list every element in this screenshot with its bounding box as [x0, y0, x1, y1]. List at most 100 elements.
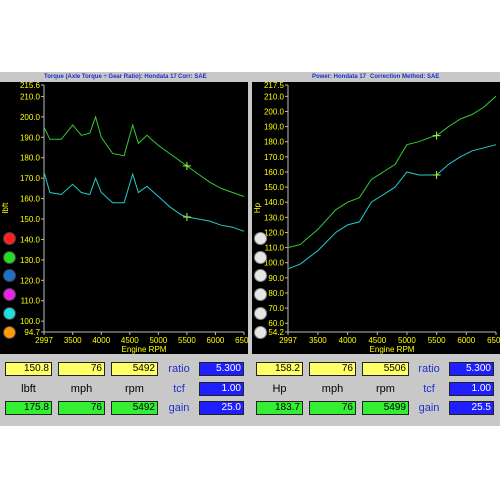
ratio-label: ratio	[168, 363, 190, 375]
y-tick-label: 90.0	[268, 274, 284, 283]
x-axis-label: Engine RPM	[370, 345, 415, 354]
blue-color-button[interactable]	[3, 269, 16, 282]
x-tick-label: 4000	[92, 336, 110, 345]
y-tick-label: 190.0	[20, 133, 41, 142]
rpm-value-1: 5492	[111, 362, 158, 376]
y-tick-label: 210.0	[264, 92, 285, 101]
y-tick-label: 120.0	[20, 276, 41, 285]
trace-6-button[interactable]	[254, 326, 267, 339]
y-tick-label: 80.0	[268, 289, 284, 298]
y-tick-label: 170.0	[20, 174, 41, 183]
y-tick-label: 120.0	[264, 228, 285, 237]
x-tick-label: 6500	[487, 336, 500, 345]
tcf-label: tcf	[423, 383, 435, 395]
cyan-color-button[interactable]	[3, 307, 16, 320]
ratio-value[interactable]: 5.300	[449, 362, 494, 376]
rpm-label: rpm	[376, 383, 395, 395]
trace-2-button[interactable]	[254, 251, 267, 264]
mph-label: mph	[321, 383, 344, 395]
trace-4-button[interactable]	[254, 288, 267, 301]
y-tick-label: 215.6	[20, 82, 41, 90]
mph-value-1: 76	[309, 362, 356, 376]
torque-chart: 215.6 210.0 200.0 190.0 180.0 170.0 160.0 150.0…	[0, 82, 248, 354]
y-tick-label: 130.0	[264, 213, 285, 222]
x-tick-label: 5500	[428, 336, 446, 345]
hp-label: Hp	[272, 383, 287, 395]
tcf-value[interactable]: 1.00	[199, 382, 244, 396]
y-tick-label: 190.0	[264, 123, 285, 132]
rpm-value-1: 5506	[362, 362, 409, 376]
ratio-value[interactable]: 5.300	[199, 362, 244, 376]
x-tick-label: 2997	[279, 336, 297, 345]
gain-label: gain	[418, 402, 440, 414]
y-tick-label: 100.0	[264, 259, 285, 268]
torque-value-1: 150.8	[5, 362, 52, 376]
x-tick-label: 2997	[35, 336, 53, 345]
y-tick-label: 150.0	[20, 215, 41, 224]
x-tick-label: 6000	[207, 336, 225, 345]
y-tick-label: 170.0	[264, 153, 285, 162]
y-tick-label: 200.0	[20, 113, 41, 122]
y-tick-label: 110.0	[21, 297, 41, 306]
x-tick-label: 6000	[457, 336, 475, 345]
y-tick-label: 160.0	[264, 168, 285, 177]
y-tick-label: 70.0	[268, 304, 284, 313]
y-tick-label: 217.5	[264, 82, 285, 90]
rpm-label: rpm	[125, 383, 144, 395]
power-panel: Power: Hondata 17 Correction Method: SAE…	[252, 72, 500, 426]
y-tick-label: 150.0	[264, 183, 285, 192]
power-value-2: 183.7	[256, 401, 303, 415]
torque-title-corr: Corr: SAE	[178, 74, 207, 80]
rpm-value-2: 5492	[111, 401, 158, 415]
y-tick-label: 130.0	[20, 256, 41, 265]
ratio-label: ratio	[418, 363, 440, 375]
y-tick-label: 60.0	[268, 319, 284, 328]
y-axis-label: Hp	[253, 202, 262, 213]
y-tick-label: 180.0	[264, 138, 285, 147]
y-tick-label: 140.0	[20, 235, 41, 244]
power-title-corr: Correction Method: SAE	[370, 74, 440, 80]
mph-value-1: 76	[58, 362, 105, 376]
mph-label: mph	[70, 383, 93, 395]
green-color-button[interactable]	[3, 251, 16, 264]
x-tick-label: 5000	[149, 336, 167, 345]
gain-value[interactable]: 25.0	[199, 401, 244, 415]
orange-color-button[interactable]	[3, 326, 16, 339]
y-axis-label: lbft	[1, 202, 10, 213]
magenta-color-button[interactable]	[3, 288, 16, 301]
x-tick-label: 6500	[235, 336, 248, 345]
trace-3-button[interactable]	[254, 269, 267, 282]
x-tick-label: 4500	[121, 336, 139, 345]
torque-title-main: Torque (Axle Torque ÷ Gear Ratio): Honda…	[44, 74, 177, 80]
power-panel-title: Power: Hondata 17 Correction Method: SAE	[252, 73, 500, 81]
trace-5-button[interactable]	[254, 307, 267, 320]
gain-label: gain	[168, 402, 190, 414]
x-tick-label: 3500	[309, 336, 327, 345]
y-tick-label: 110.0	[265, 244, 285, 253]
mph-value-2: 76	[309, 401, 356, 415]
torque-panel-title: Torque (Axle Torque ÷ Gear Ratio): Honda…	[0, 73, 248, 81]
x-tick-label: 4000	[339, 336, 357, 345]
torque-value-2: 175.8	[5, 401, 52, 415]
x-tick-label: 3500	[64, 336, 82, 345]
gain-value[interactable]: 25.5	[449, 401, 494, 415]
y-tick-label: 160.0	[20, 195, 41, 204]
x-tick-label: 5500	[178, 336, 196, 345]
rpm-value-2: 5499	[362, 401, 409, 415]
power-title-main: Power: Hondata 17	[312, 74, 367, 80]
torque-readouts: 150.8 76 5492 ratio 5.300 lbft mph rpm t…	[0, 359, 248, 425]
torque-panel: Torque (Axle Torque ÷ Gear Ratio): Honda…	[0, 72, 248, 426]
lbft-label: lbft	[21, 383, 36, 395]
chart-background	[252, 82, 500, 354]
y-tick-label: 140.0	[264, 198, 285, 207]
power-readouts: 158.2 76 5506 ratio 5.300 Hp mph rpm tcf…	[252, 359, 500, 425]
x-axis-label: Engine RPM	[122, 345, 167, 354]
y-tick-label: 200.0	[264, 107, 285, 116]
x-tick-label: 5000	[398, 336, 416, 345]
tcf-value[interactable]: 1.00	[449, 382, 494, 396]
power-value-1: 158.2	[256, 362, 303, 376]
trace-1-button[interactable]	[254, 232, 267, 245]
tcf-label: tcf	[173, 383, 185, 395]
red-color-button[interactable]	[3, 232, 16, 245]
mph-value-2: 76	[58, 401, 105, 415]
